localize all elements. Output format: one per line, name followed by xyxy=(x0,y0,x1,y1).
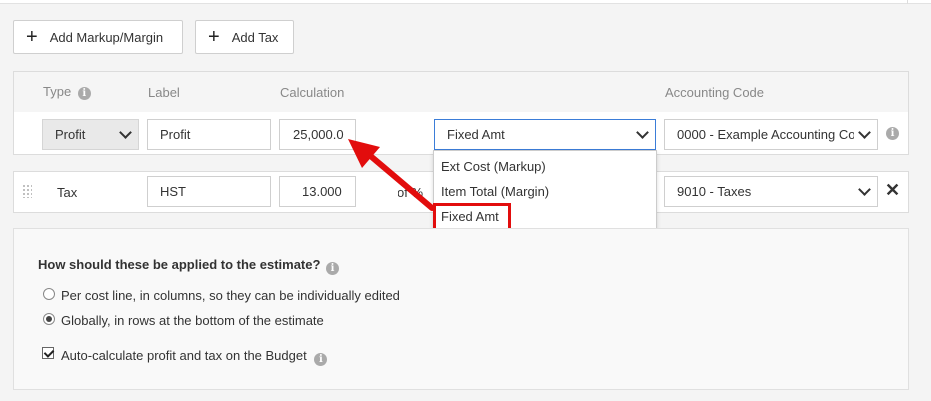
chevron-down-icon xyxy=(858,126,871,139)
header-type-label: Type xyxy=(43,84,72,99)
type-tax: Tax xyxy=(57,185,78,200)
accounting-code-select-tax[interactable]: 9010 - Taxes xyxy=(664,176,878,207)
annotation-arrow-shaft xyxy=(364,150,435,211)
method-select-value: Fixed Amt xyxy=(447,127,505,142)
radio-per-cost-line-label: Per cost line, in columns, so they can b… xyxy=(61,288,400,303)
radio-globally[interactable] xyxy=(43,313,55,325)
header-calculation: Calculation xyxy=(280,85,345,100)
info-icon[interactable]: i xyxy=(77,87,91,100)
header-type: Type i xyxy=(43,84,91,100)
top-divider-tick xyxy=(907,0,908,4)
radio-globally-label: Globally, in rows at the bottom of the e… xyxy=(61,313,324,328)
add-markup-label: Add Markup/Margin xyxy=(49,29,164,45)
chevron-down-icon xyxy=(119,126,132,139)
dropdown-option-ext-cost[interactable]: Ext Cost (Markup) xyxy=(441,159,546,174)
header-label: Label xyxy=(148,85,180,100)
header-accounting-code: Accounting Code xyxy=(665,85,765,100)
close-icon[interactable]: ✕ xyxy=(885,180,900,201)
type-select-value: Profit xyxy=(55,127,86,142)
auto-calc-label: Auto-calculate profit and tax on the Bud… xyxy=(61,348,307,363)
settings-question: How should these be applied to the estim… xyxy=(38,257,340,275)
drag-handle-icon[interactable] xyxy=(22,184,32,198)
info-icon[interactable]: i xyxy=(326,262,340,275)
top-divider xyxy=(0,0,931,4)
auto-calc-row: Auto-calculate profit and tax on the Bud… xyxy=(61,348,328,366)
chevron-down-icon xyxy=(636,126,649,139)
radio-per-cost-line[interactable] xyxy=(43,288,55,300)
accounting-code-select-profit[interactable]: 0000 - Example Accounting Code xyxy=(664,119,878,150)
add-tax-button[interactable]: + Add Tax xyxy=(195,20,294,54)
label-input-tax[interactable]: HST xyxy=(147,176,271,207)
dropdown-option-item-total[interactable]: Item Total (Margin) xyxy=(441,184,549,199)
label-input-profit[interactable]: Profit xyxy=(147,119,271,150)
chevron-down-icon xyxy=(858,183,871,196)
method-select-profit[interactable]: Fixed Amt xyxy=(434,119,656,150)
auto-calc-checkbox[interactable] xyxy=(42,347,54,359)
accounting-code-value: 0000 - Example Accounting Code xyxy=(677,127,854,142)
add-tax-label: Add Tax xyxy=(231,29,279,45)
accounting-code-value: 9010 - Taxes xyxy=(677,184,752,199)
settings-question-text: How should these be applied to the estim… xyxy=(38,257,321,272)
info-icon[interactable]: i xyxy=(886,127,899,140)
plus-icon: + xyxy=(26,26,38,48)
type-select-profit[interactable]: Profit xyxy=(42,119,139,150)
annotation-arrow xyxy=(348,139,435,211)
add-markup-button[interactable]: + Add Markup/Margin xyxy=(13,20,183,54)
plus-icon: + xyxy=(208,26,220,48)
info-icon[interactable]: i xyxy=(314,353,328,366)
